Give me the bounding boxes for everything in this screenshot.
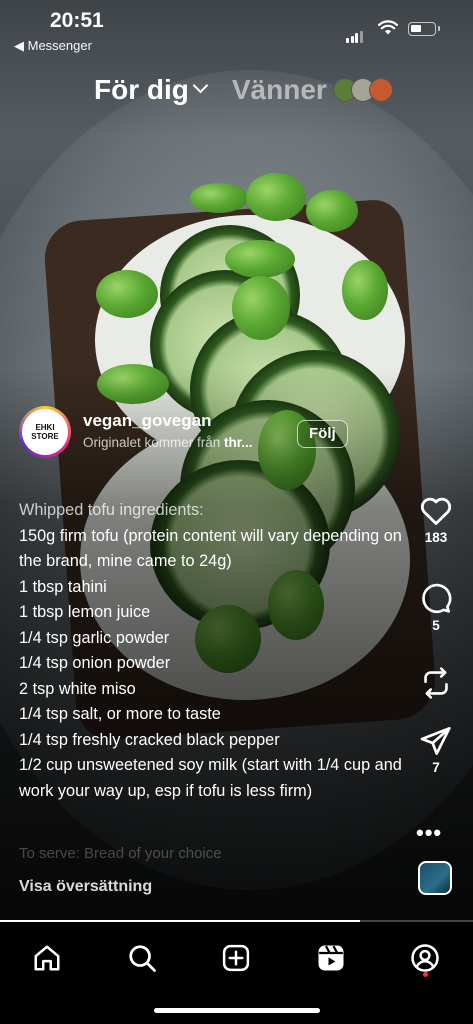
original-source[interactable]: Originalet kommer från thr... [83, 435, 291, 450]
like-count: 183 [424, 530, 448, 545]
repost-icon [424, 667, 448, 699]
profile-icon [411, 944, 439, 972]
caption-line: 1/2 cup unsweetened soy milk (start with… [19, 756, 402, 800]
reels-icon [318, 945, 344, 971]
like-button[interactable]: 183 [410, 494, 462, 545]
send-icon [420, 727, 451, 756]
home-icon [34, 945, 60, 971]
follow-button[interactable]: Följ [297, 420, 348, 448]
search-icon [129, 945, 156, 972]
nav-create[interactable] [214, 936, 258, 980]
caption-line: 2 tsp white miso [19, 679, 136, 698]
nav-search[interactable] [120, 936, 164, 980]
post-caption[interactable]: Whipped tofu ingredients: 150g firm tofu… [19, 498, 404, 804]
share-count: 7 [432, 760, 440, 775]
caption-line: 1/4 tsp salt, or more to taste [19, 705, 221, 723]
chevron-down-icon[interactable] [192, 77, 209, 93]
audio-thumbnail[interactable] [418, 861, 452, 895]
caption-line: 1/4 tsp garlic powder [19, 628, 170, 647]
post-author: EHKI STORE vegan_govegan Originalet komm… [19, 406, 349, 462]
comment-count: 5 [432, 618, 440, 633]
feed-tabs: För dig Vänner [94, 70, 393, 110]
caption-line: 1 tbsp lemon juice [19, 603, 151, 621]
battery-icon [408, 22, 440, 36]
more-options-icon[interactable]: ••• [416, 820, 442, 846]
plus-square-icon [222, 944, 250, 972]
home-indicator [154, 1008, 320, 1013]
remix-button[interactable] [410, 666, 462, 700]
status-time: 20:51 [50, 9, 104, 32]
caption-title: Whipped tofu ingredients: [19, 501, 204, 519]
cellular-signal-icon [346, 25, 364, 43]
notification-dot [423, 972, 428, 977]
caption-faded-line: To serve: Bread of your choice [19, 845, 222, 862]
caption-line: 1/4 tsp onion powder [19, 654, 171, 672]
tab-friends[interactable]: Vänner [232, 74, 327, 106]
caption-line: 1 tbsp tahini [19, 577, 107, 596]
comment-icon [422, 583, 452, 614]
heart-icon [420, 497, 452, 525]
original-source-name: thr... [224, 435, 253, 450]
caption-line: 150g firm tofu (protein content will var… [19, 526, 402, 571]
tab-for-you[interactable]: För dig [94, 74, 189, 106]
friends-avatars[interactable] [329, 78, 393, 102]
share-button[interactable]: 7 [410, 726, 462, 775]
nav-reels[interactable] [309, 936, 353, 980]
wifi-icon [378, 20, 398, 35]
caption-line: 1/4 tsp freshly cracked black pepper [19, 730, 280, 749]
original-source-prefix: Originalet kommer från [83, 435, 225, 450]
status-bar: 20:51 ◀ Messenger [0, 0, 473, 60]
nav-home[interactable] [25, 936, 69, 980]
show-translation-link[interactable]: Visa översättning [19, 878, 152, 896]
comment-button[interactable]: 5 [410, 582, 462, 633]
username[interactable]: vegan_govegan [83, 411, 212, 431]
avatar-logo: EHKI STORE [22, 409, 68, 455]
avatar[interactable]: EHKI STORE [19, 406, 71, 458]
back-to-app-link[interactable]: ◀ Messenger [14, 38, 92, 54]
